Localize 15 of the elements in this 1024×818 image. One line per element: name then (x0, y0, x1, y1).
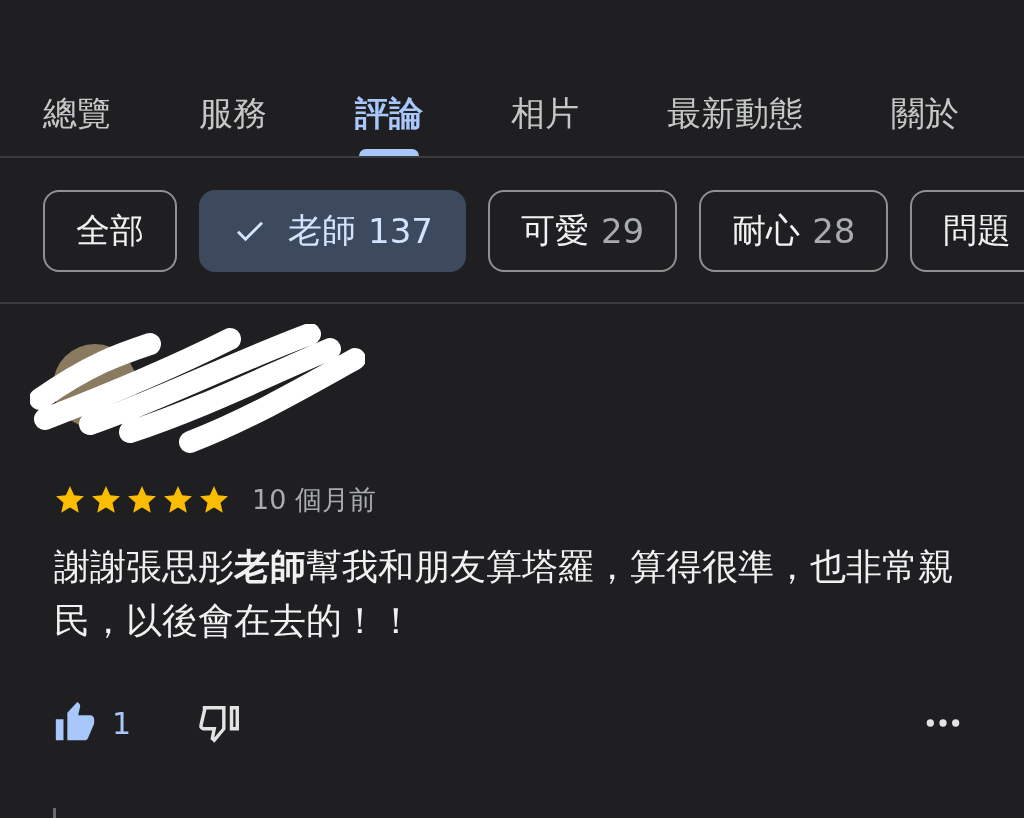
filter-chip[interactable]: 全部 (43, 190, 177, 272)
like-button[interactable]: 1 (52, 700, 132, 746)
tab[interactable]: 評論 (355, 70, 423, 156)
tab[interactable]: 總覽 (43, 70, 111, 156)
filter-chip[interactable]: 耐心 28 (699, 190, 889, 272)
review-time: 10 個月前 (252, 483, 376, 517)
tab-indicator (359, 149, 419, 156)
tab[interactable]: 關於 (891, 70, 959, 156)
tab[interactable]: 服務 (199, 70, 267, 156)
tab[interactable]: 最新動態 (667, 70, 803, 156)
tab[interactable]: 相片 (511, 70, 579, 156)
review-text: 謝謝張思彤老師幫我和朋友算塔羅，算得很準，也非常親民，以後會在去的！！ (54, 545, 955, 643)
filter-chip[interactable]: 可愛 29 (487, 190, 678, 272)
filter-chip[interactable]: 問題 (910, 190, 1024, 272)
filter-chip[interactable]: 老師 137 (199, 190, 466, 272)
